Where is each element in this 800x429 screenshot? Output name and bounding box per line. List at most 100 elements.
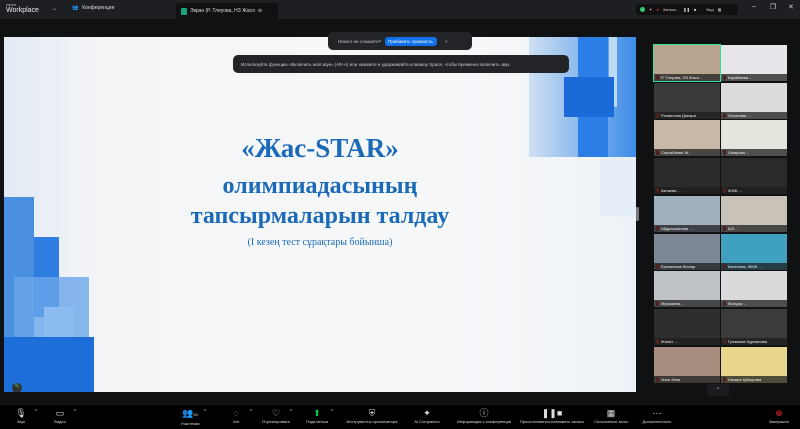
toolbar-button-video[interactable]: ▭ Видео <box>54 407 66 424</box>
participant-name: Абдрахманова ... <box>654 224 720 232</box>
toolbar-button-more[interactable]: ⋯ Дополнительно <box>643 407 672 424</box>
shield-icon: ⛨ <box>368 408 376 418</box>
toolbar-button-pause-stop[interactable]: ❚❚■ Приостановить/остановить запись <box>520 407 584 424</box>
grid-icon[interactable]: ▦ <box>718 7 722 12</box>
participants-icon: 👥50 <box>182 408 198 418</box>
toolbar-label: Информация о конференции <box>456 419 512 424</box>
caret-up-icon[interactable]: ^ <box>35 409 37 415</box>
toolbar-button-heart[interactable]: ♡ Отреагировать <box>262 407 290 424</box>
participant-tile[interactable]: Гуламова Курманова <box>721 308 787 345</box>
toolbar-button-info[interactable]: ⓘ Информация о конференции <box>457 407 511 424</box>
minimize-icon[interactable]: – <box>752 3 756 10</box>
participant-name: Омарова ... <box>721 149 787 157</box>
end-button[interactable]: ⊗ Завершить <box>769 407 790 424</box>
participant-tile[interactable]: Карабаева ... <box>721 45 787 81</box>
toolbar-button-breakout[interactable]: ▦ Сессионные залы <box>594 407 627 424</box>
participant-tile[interactable]: Серикбаева Ж... <box>654 120 720 157</box>
caret-up-icon[interactable]: ^ <box>204 409 206 415</box>
sparkle-icon: ✦ <box>649 7 653 12</box>
participant-name: Касенова, ЖКЖ ... <box>721 262 787 270</box>
annotate-icon[interactable]: ✎ <box>12 383 22 392</box>
participant-name: ШЗ ... <box>721 224 787 232</box>
toolbar-label: Чат <box>232 419 240 424</box>
participant-name: Зина Зина <box>654 375 720 383</box>
participant-tile[interactable]: Мукашева ... <box>654 271 720 308</box>
tab-meeting[interactable]: 👥 Конференция <box>72 5 114 11</box>
participant-name: Ережепова Жанар <box>654 262 720 270</box>
zoom-logo: zoom Workplace <box>6 2 39 14</box>
caret-up-icon[interactable]: ^ <box>250 409 252 415</box>
pause-icon[interactable]: ❚❚ <box>683 7 690 12</box>
mic-muted-icon: 🎙 <box>15 408 27 418</box>
caret-up-icon[interactable]: ^ <box>290 409 292 415</box>
banner-text: Никого не слышите? <box>338 38 382 44</box>
toolbar-button-shield[interactable]: ⛨ Инструменты организатора <box>347 407 398 424</box>
info-icon: ⓘ <box>479 408 489 418</box>
participant-tile[interactable]: Оспанова ... <box>721 82 787 119</box>
stop-icon[interactable]: ■ <box>694 7 696 12</box>
increase-volume-button[interactable]: Прибавить громкость. <box>385 36 438 46</box>
slide-subtitle: (І кезең тест сұрақтары бойынша) <box>247 237 393 248</box>
toolbar-button-sparkle[interactable]: ✦ AI Companion <box>414 407 439 424</box>
chevron-down-icon[interactable]: ⌄ <box>707 384 729 396</box>
pause-stop-icon: ❚❚■ <box>541 408 563 418</box>
participant-tile[interactable]: Ережепова Жанар <box>654 233 720 270</box>
toolbar-label: Отреагировать <box>262 419 290 424</box>
toolbar-label: Приостановить/остановить запись <box>520 419 584 424</box>
participant-tile[interactable]: Касенова, ЖКЖ ... <box>721 233 787 270</box>
participant-tile[interactable]: Р. Тлеуова, НЗ Жасо... <box>653 44 721 82</box>
toolbar-button-chat[interactable]: ◌ Чат <box>233 407 240 424</box>
slide-line: олимпиадасының <box>222 173 418 199</box>
participant-name: Р. Тлеуова, НЗ Жасо... <box>654 74 720 81</box>
volume-banner: Никого не слышите? Прибавить громкость. … <box>328 32 472 50</box>
close-window-icon[interactable]: ✕ <box>788 3 794 11</box>
participant-name: Гуламова Курманова <box>721 337 787 345</box>
slide-line: тапсырмаларын талдау <box>190 203 450 229</box>
participant-tile[interactable]: Зина Зина <box>654 346 720 383</box>
participant-tile[interactable]: Омарова ... <box>721 120 787 157</box>
close-icon[interactable]: × <box>445 39 448 44</box>
toolbar-button-share[interactable]: ⬆ Поделиться <box>306 407 328 424</box>
toolbar-label: Завершить <box>768 419 790 424</box>
title-bar: zoom Workplace ⌄ 👥 Конференция Экран (Р. Т… <box>0 0 800 19</box>
caret-up-icon[interactable]: ^ <box>74 409 76 415</box>
toolbar-label: Поделиться <box>305 419 329 424</box>
tab-share-screen[interactable]: Экран (Р. Тлеуова, НЗ Жасо ⊖ <box>176 3 278 19</box>
participant-tile[interactable]: Абдрахманова ... <box>654 195 720 232</box>
video-icon: ▭ <box>55 408 65 418</box>
toolbar-label: Инструменты организатора <box>346 419 398 424</box>
toolbar-label: Звук <box>16 419 26 424</box>
participant-name: Рахметова Динара <box>654 111 720 119</box>
toolbar-label: Участники <box>180 421 200 426</box>
toolbar-button-participants[interactable]: 👥50 Участники <box>180 407 199 426</box>
close-icon[interactable]: ⊖ <box>258 8 262 14</box>
tab-label: Экран (Р. Тлеуова, НЗ Жасо <box>190 8 255 14</box>
participant-tile[interactable]: ЖКЖ ... <box>721 158 787 195</box>
participant-tile[interactable]: Рахметова Динара <box>654 82 720 119</box>
participant-name: Оспанова ... <box>721 111 787 119</box>
toolbar-label: AI Companion <box>414 419 440 424</box>
tip-text: Используйте функцию «Включить мой звук» … <box>241 61 511 67</box>
meeting-toolbar: 🎙 Звук ^ ▭ Видео ^ 👥50 Участники ^ ◌ Чат ^ ♡ Отреагир… <box>0 405 800 429</box>
shield-check-icon <box>640 7 645 12</box>
participant-tile[interactable]: Жолдас ... <box>721 271 787 308</box>
share-icon: ⬆ <box>313 408 321 418</box>
participant-name: Жолдас ... <box>721 300 787 308</box>
scrollbar[interactable] <box>636 207 639 221</box>
participant-tile[interactable]: ШЗ ... <box>721 195 787 232</box>
participant-tile[interactable]: Назира Қайырова <box>721 346 787 383</box>
breakout-icon: ▦ <box>606 408 616 418</box>
participant-tile[interactable]: Акпаева ... <box>654 158 720 195</box>
participant-name: Мукашева ... <box>654 300 720 308</box>
chevron-down-icon[interactable]: ⌄ <box>52 5 57 12</box>
heart-icon: ♡ <box>271 408 281 418</box>
slide-title: «Жас-STAR» <box>241 133 399 163</box>
maximize-icon[interactable]: ❐ <box>770 3 776 11</box>
caret-up-icon[interactable]: ^ <box>331 409 333 415</box>
view-button[interactable]: Вид <box>706 7 713 12</box>
toolbar-button-mic-muted[interactable]: 🎙 Звук <box>15 407 26 424</box>
more-icon: ⋯ <box>652 408 662 418</box>
participant-tile[interactable]: Жанат ... <box>654 308 720 345</box>
sparkle-icon: ✦ <box>423 408 431 418</box>
participant-name: Карабаева ... <box>721 74 787 81</box>
